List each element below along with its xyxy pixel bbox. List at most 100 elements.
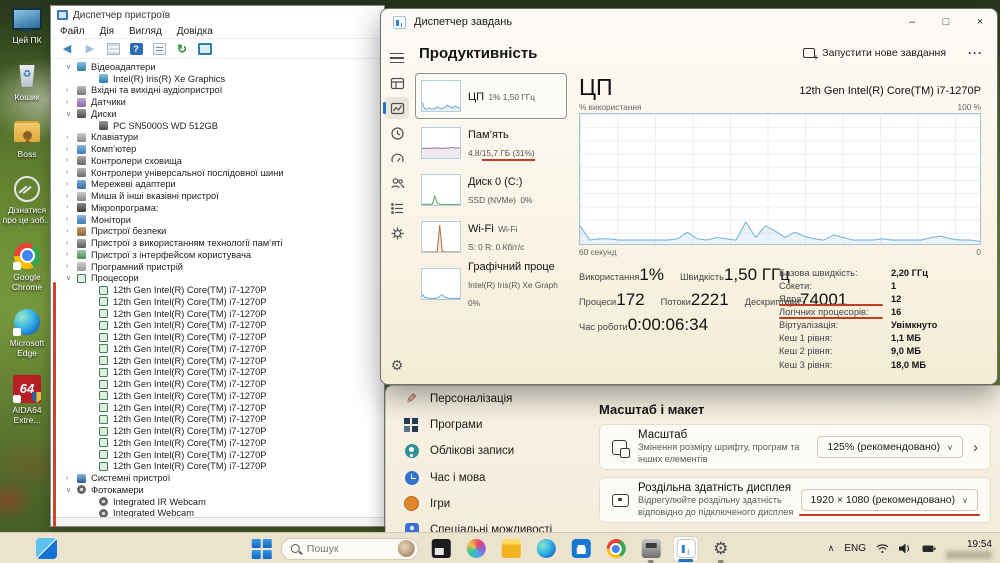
close-button[interactable]: × [963, 9, 997, 35]
scan-hardware-icon[interactable]: ↻ [174, 41, 190, 56]
performance-tile[interactable]: Wi-Fi Wi-Fi S: 0 R: 0 Кбіт/с [415, 214, 567, 260]
edge-icon[interactable] [533, 536, 559, 562]
settings-sidebar-item[interactable]: Час і мова [400, 465, 585, 491]
console-tree-icon[interactable] [105, 41, 121, 56]
settings-sidebar-item[interactable]: Персоналізація [400, 386, 585, 412]
expander-icon[interactable]: › [66, 157, 77, 164]
run-new-task-button[interactable]: Запустити нове завдання [795, 42, 954, 64]
search-input[interactable] [306, 542, 387, 555]
app-history-icon[interactable] [385, 122, 409, 144]
device-tree-item[interactable]: ∨ Відеоадаптери [51, 61, 384, 73]
device-tree-item[interactable]: › Мережеві адаптери [51, 179, 384, 191]
device-tree-item[interactable]: › Програмний пристрій [51, 261, 384, 273]
expander-icon[interactable]: › [66, 251, 77, 258]
menu-item[interactable]: Дія [100, 26, 114, 37]
device-tree-item[interactable]: › Миша й інші вказівні пристрої [51, 190, 384, 202]
settings-dropdown[interactable]: 1920 × 1080 (рекомендовано) [798, 489, 981, 516]
more-options-button[interactable]: ··· [968, 46, 983, 60]
minimize-button[interactable]: – [895, 9, 929, 35]
device-tree-item[interactable]: 12th Gen Intel(R) Core(TM) i7-1270P [51, 296, 384, 308]
details-icon[interactable] [385, 197, 409, 219]
device-tree-item[interactable]: 12th Gen Intel(R) Core(TM) i7-1270P [51, 390, 384, 402]
performance-tile[interactable]: Пам’ять 4,8/15,7 ГБ (31%) [415, 120, 567, 166]
settings-gear-icon[interactable]: ⚙ [391, 357, 404, 374]
services-icon[interactable] [385, 222, 409, 244]
settings-sidebar-item[interactable]: Програми [400, 412, 585, 438]
expander-icon[interactable]: › [66, 134, 77, 141]
expander-icon[interactable]: › [66, 240, 77, 247]
expander-icon[interactable]: ∨ [66, 486, 77, 494]
task-manager-icon[interactable] [672, 535, 699, 562]
expander-icon[interactable]: › [66, 193, 77, 200]
menu-item[interactable]: Файл [60, 26, 85, 37]
properties-icon[interactable] [151, 41, 167, 56]
recycle-bin-icon[interactable]: Кошик [1, 61, 53, 103]
settings-icon[interactable] [708, 536, 734, 562]
task-view-icon[interactable] [428, 536, 454, 562]
expander-icon[interactable]: › [66, 216, 77, 223]
device-tree-item[interactable]: 12th Gen Intel(R) Core(TM) i7-1270P [51, 320, 384, 332]
device-tree-item[interactable]: › Системні пристрої [51, 472, 384, 484]
device-tree-item[interactable]: Integrated IR Webcam [51, 496, 384, 508]
device-tree-item[interactable]: 12th Gen Intel(R) Core(TM) i7-1270P [51, 461, 384, 473]
copilot-icon[interactable] [463, 536, 489, 562]
users-icon[interactable] [385, 172, 409, 194]
expander-icon[interactable]: › [66, 87, 77, 94]
search-box[interactable] [280, 537, 419, 560]
device-tree-item[interactable]: 12th Gen Intel(R) Core(TM) i7-1270P [51, 343, 384, 355]
device-tree-item[interactable]: › Датчики [51, 96, 384, 108]
performance-tile[interactable]: ЦП 1% 1,50 ГГц [415, 73, 567, 119]
hamburger-menu-icon[interactable] [385, 47, 409, 69]
device-tree-item[interactable]: 12th Gen Intel(R) Core(TM) i7-1270P [51, 425, 384, 437]
microsoft-edge-icon[interactable]: Microsoft Edge [1, 307, 53, 359]
expander-icon[interactable]: › [66, 228, 77, 235]
task-manager-titlebar[interactable]: Диспетчер завдань – □ × [381, 9, 997, 35]
maximize-button[interactable]: □ [929, 9, 963, 35]
volume-icon[interactable] [899, 543, 912, 554]
start-button[interactable] [251, 538, 272, 559]
settings-sidebar-item[interactable]: Облікові записи [400, 438, 585, 464]
file-explorer-icon[interactable] [498, 536, 524, 562]
battery-icon[interactable] [922, 543, 936, 554]
menu-item[interactable]: Вигляд [129, 26, 162, 37]
expander-icon[interactable]: ∨ [66, 110, 77, 118]
device-tree-item[interactable]: 12th Gen Intel(R) Core(TM) i7-1270P [51, 449, 384, 461]
expander-icon[interactable]: › [66, 475, 77, 482]
boss-folder-icon[interactable]: Boss [1, 118, 53, 160]
device-tree-item[interactable]: › Пристрої з використанням технології па… [51, 237, 384, 249]
menu-item[interactable]: Довідка [177, 26, 213, 37]
expander-icon[interactable]: › [66, 181, 77, 188]
expander-icon[interactable]: › [66, 263, 77, 270]
device-tree-item[interactable]: ∨ Диски [51, 108, 384, 120]
performance-tile[interactable]: Диск 0 (C:) SSD (NVMe) 0% [415, 167, 567, 213]
device-tree-item[interactable]: 12th Gen Intel(R) Core(TM) i7-1270P [51, 355, 384, 367]
device-tree-item[interactable]: › Клавіатури [51, 132, 384, 144]
device-tree-item[interactable]: Integrated Webcam [51, 508, 384, 517]
processes-icon[interactable] [385, 72, 409, 94]
microsoft-store-icon[interactable] [568, 536, 594, 562]
device-tree-item[interactable]: 12th Gen Intel(R) Core(TM) i7-1270P [51, 402, 384, 414]
forward-icon[interactable]: ▶ [82, 41, 98, 56]
startup-apps-icon[interactable] [385, 147, 409, 169]
expander-icon[interactable]: › [66, 146, 77, 153]
expander-icon[interactable]: › [66, 204, 77, 211]
device-tree-item[interactable]: ∨ Фотокамери [51, 484, 384, 496]
device-tree-item[interactable]: › Монітори [51, 214, 384, 226]
performance-icon[interactable] [383, 97, 409, 119]
device-tree-item[interactable]: Intel(R) Iris(R) Xe Graphics [51, 73, 384, 85]
this-pc-icon[interactable]: Цей ПК [1, 4, 53, 46]
wifi-icon[interactable] [876, 543, 889, 554]
device-tree-item[interactable]: › Контролери сховища [51, 155, 384, 167]
expander-icon[interactable]: › [66, 169, 77, 176]
device-tree-item[interactable]: PC SN5000S WD 512GB [51, 120, 384, 132]
device-tree-item[interactable]: › Пристрої безпеки [51, 226, 384, 238]
device-tree-item[interactable]: › Вхідні та вихідні аудіопристрої [51, 85, 384, 97]
settings-sidebar-item[interactable]: Ігри [400, 491, 585, 517]
device-manager-titlebar[interactable]: Диспетчер пристроїв [51, 6, 384, 24]
device-tree-item[interactable]: ∨ Процесори [51, 273, 384, 285]
device-manager-icon[interactable] [638, 536, 664, 562]
device-tree-item[interactable]: 12th Gen Intel(R) Core(TM) i7-1270P [51, 378, 384, 390]
back-icon[interactable]: ◀ [59, 41, 75, 56]
clock[interactable]: 19:54 [946, 539, 992, 559]
device-tree-item[interactable]: 12th Gen Intel(R) Core(TM) i7-1270P [51, 331, 384, 343]
